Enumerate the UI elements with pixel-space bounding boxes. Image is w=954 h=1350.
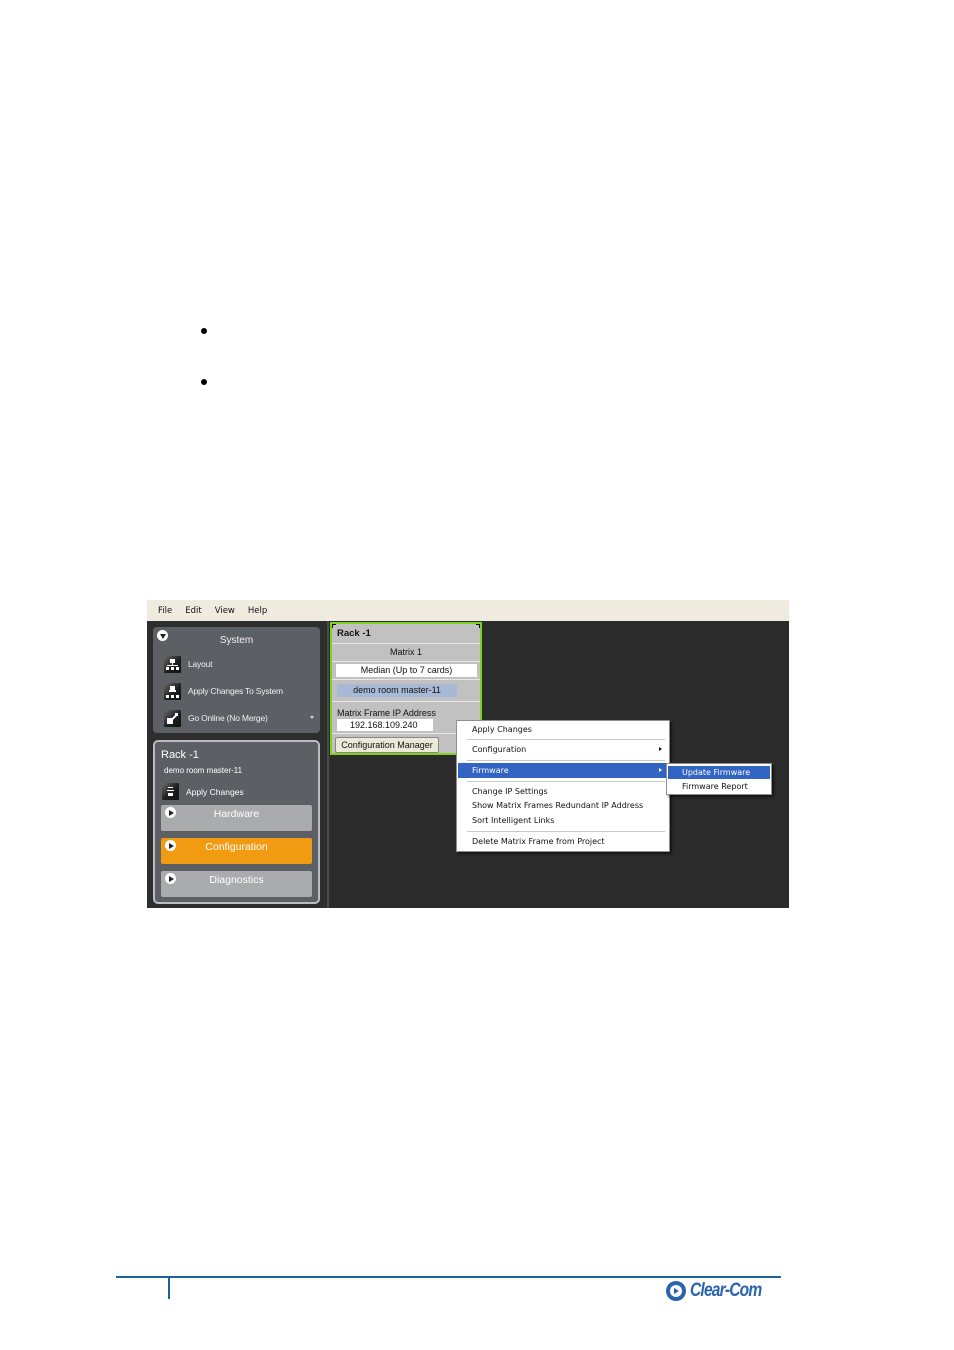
system-item-layout[interactable]: Layout — [164, 654, 314, 674]
menu-view[interactable]: View — [215, 606, 235, 616]
menu-separator — [467, 831, 665, 832]
apply-changes-icon — [164, 682, 181, 700]
menu-edit[interactable]: Edit — [185, 606, 201, 616]
system-item-apply-changes[interactable]: Apply Changes To System — [164, 681, 314, 701]
ctx-label: Delete Matrix Frame from Project — [472, 837, 605, 846]
selection-handle[interactable] — [332, 624, 336, 628]
bullet-point — [201, 379, 207, 385]
clear-com-logo: Clear-Com — [666, 1280, 777, 1302]
ctx-change-ip[interactable]: Change IP Settings — [458, 784, 668, 799]
context-menu: Apply Changes Configuration Firmware Cha… — [456, 720, 670, 852]
submenu-arrow-icon — [659, 747, 662, 751]
pane-splitter[interactable] — [327, 621, 329, 908]
rack-apply-label: Apply Changes — [186, 786, 244, 797]
bullet-point — [201, 328, 207, 334]
menu-separator — [467, 781, 665, 782]
menu-help[interactable]: Help — [248, 606, 267, 616]
frame-label-row: demo room master-11 — [332, 679, 480, 701]
nav-hardware[interactable]: Hardware — [161, 805, 312, 831]
ctx-delete-frame[interactable]: Delete Matrix Frame from Project — [458, 834, 668, 849]
matrix-card-title: Rack -1 — [337, 628, 371, 639]
firmware-submenu: Update Firmware Firmware Report — [666, 763, 772, 795]
menu-file[interactable]: File — [158, 606, 172, 616]
nav-label: Configuration — [205, 841, 268, 853]
nav-label: Hardware — [213, 808, 260, 820]
rack-subtitle: demo room master-11 — [164, 766, 243, 775]
ctx-label: Sort Intelligent Links — [472, 816, 555, 825]
ctx-label: Change IP Settings — [472, 787, 548, 796]
ctx-sort-links[interactable]: Sort Intelligent Links — [458, 813, 668, 828]
menu-separator — [467, 760, 665, 761]
system-item-label: Apply Changes To System — [188, 686, 283, 696]
rack-title: Rack -1 — [161, 749, 199, 761]
ctx-configuration[interactable]: Configuration — [458, 742, 668, 757]
rack-panel: Rack -1 demo room master-11 Apply Change… — [153, 740, 320, 904]
system-panel-title: System — [219, 635, 254, 646]
go-online-icon — [164, 709, 181, 727]
system-item-go-online[interactable]: Go Online (No Merge) — [164, 708, 314, 728]
submenu-firmware-report[interactable]: Firmware Report — [668, 780, 770, 793]
system-panel: System Layout Apply Changes To System Go… — [153, 627, 320, 733]
selection-handle[interactable] — [476, 624, 480, 628]
rack-apply-changes[interactable]: Apply Changes — [162, 783, 244, 800]
system-item-label: Go Online (No Merge) — [188, 713, 268, 723]
left-pane: System Layout Apply Changes To System Go… — [147, 621, 327, 908]
ctx-label: Show Matrix Frames Redundant IP Address — [472, 801, 644, 810]
ip-address-label: Matrix Frame IP Address — [337, 708, 436, 718]
ctx-label: Apply Changes — [472, 725, 532, 734]
footer-tick — [168, 1278, 170, 1299]
frame-label-field[interactable]: demo room master-11 — [337, 684, 457, 697]
menu-bar: File Edit View Help — [147, 600, 789, 621]
nav-diagnostics[interactable]: Diagnostics — [161, 871, 312, 897]
configuration-manager-button[interactable]: Configuration Manager — [335, 737, 439, 753]
layout-network-icon — [164, 655, 181, 673]
dropdown-arrow-icon[interactable] — [310, 716, 314, 719]
clear-com-logo-icon — [666, 1281, 686, 1301]
menu-separator — [467, 739, 665, 740]
ip-address-field[interactable]: 192.168.109.240 — [337, 719, 433, 731]
footer-rule — [116, 1276, 781, 1278]
system-item-label: Layout — [188, 659, 213, 669]
ctx-show-redundant-ip[interactable]: Show Matrix Frames Redundant IP Address — [458, 798, 668, 813]
nav-label: Diagnostics — [209, 874, 264, 886]
ctx-apply-changes[interactable]: Apply Changes — [458, 722, 668, 737]
submenu-arrow-icon — [659, 768, 662, 772]
ctx-label: Configuration — [472, 745, 527, 754]
ctx-label: Firmware — [472, 766, 509, 775]
logo-text: Clear-Com — [690, 1280, 762, 1301]
nav-configuration[interactable]: Configuration — [161, 838, 312, 864]
submenu-update-firmware[interactable]: Update Firmware — [668, 766, 770, 779]
ctx-firmware[interactable]: Firmware — [458, 763, 668, 778]
matrix-name: Matrix 1 — [332, 643, 480, 661]
frame-type-field[interactable]: Median (Up to 7 cards) — [336, 664, 477, 677]
application-screenshot: File Edit View Help System Layout Apply … — [147, 600, 789, 908]
frame-type-row: Median (Up to 7 cards) — [332, 661, 480, 679]
apply-changes-icon — [162, 783, 179, 800]
